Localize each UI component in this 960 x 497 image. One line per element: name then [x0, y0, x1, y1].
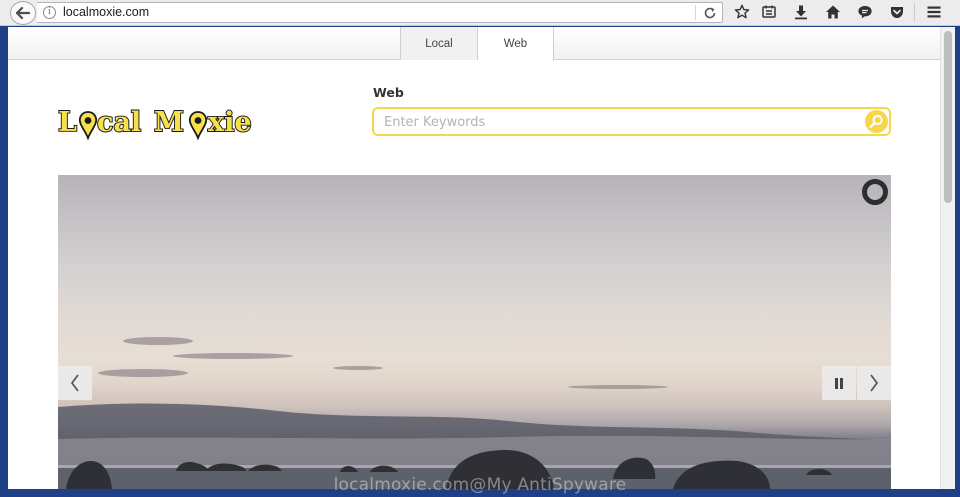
desktop-edge: [955, 26, 960, 497]
reading-list-icon[interactable]: [761, 4, 777, 20]
browser-toolbar: i localmoxie.com: [0, 0, 960, 26]
search-tab-bar: Local Web: [8, 27, 940, 61]
svg-text:L: L: [58, 107, 77, 138]
hero-slideshow: [58, 175, 891, 489]
magnifier-icon: [869, 114, 883, 128]
url-bar[interactable]: i localmoxie.com: [37, 2, 723, 23]
search-label: Web: [373, 85, 404, 100]
page-scrollbar[interactable]: [940, 27, 955, 489]
toolbar-divider: [914, 3, 915, 22]
prev-icon: [70, 374, 79, 392]
local-moxie-logo[interactable]: L cal M xie: [58, 103, 263, 143]
map-pin-icon: [188, 111, 208, 141]
back-button[interactable]: [10, 1, 36, 25]
pocket-icon[interactable]: [889, 4, 905, 20]
url-bar-divider: [695, 5, 696, 20]
clouds: [98, 337, 668, 389]
search-button[interactable]: [865, 110, 888, 133]
download-icon[interactable]: [793, 4, 809, 20]
tab-local[interactable]: Local: [400, 27, 478, 60]
tab-web-label: Web: [503, 38, 528, 50]
info-icon[interactable]: i: [43, 6, 56, 19]
pause-icon: [835, 377, 843, 389]
tab-web[interactable]: Web: [478, 27, 554, 61]
svg-text:cal: cal: [97, 107, 141, 138]
home-icon[interactable]: [825, 4, 841, 20]
svg-text:xie: xie: [208, 107, 252, 138]
map-pin-icon: [78, 111, 98, 141]
scrollbar-thumb[interactable]: [944, 31, 952, 203]
search-box: [372, 107, 891, 136]
chat-icon[interactable]: [857, 4, 873, 20]
page-viewport: Local Web L cal M xie Web: [8, 27, 940, 489]
url-text[interactable]: localmoxie.com: [63, 5, 149, 19]
search-input[interactable]: [384, 112, 854, 132]
slideshow-next-button[interactable]: [857, 366, 891, 400]
tab-local-label: Local: [425, 37, 453, 50]
slideshow-prev-button[interactable]: [58, 366, 92, 400]
bookmark-star-icon[interactable]: [734, 4, 750, 20]
next-icon: [870, 374, 879, 392]
slideshow-pause-button[interactable]: [822, 366, 856, 400]
hamburger-menu-icon[interactable]: [926, 4, 942, 20]
reload-icon[interactable]: [703, 6, 717, 20]
loader-ring-icon: [862, 179, 888, 205]
beach-sunset-photo: [58, 337, 891, 489]
back-arrow-icon: [16, 7, 30, 19]
svg-text:M: M: [154, 107, 184, 138]
